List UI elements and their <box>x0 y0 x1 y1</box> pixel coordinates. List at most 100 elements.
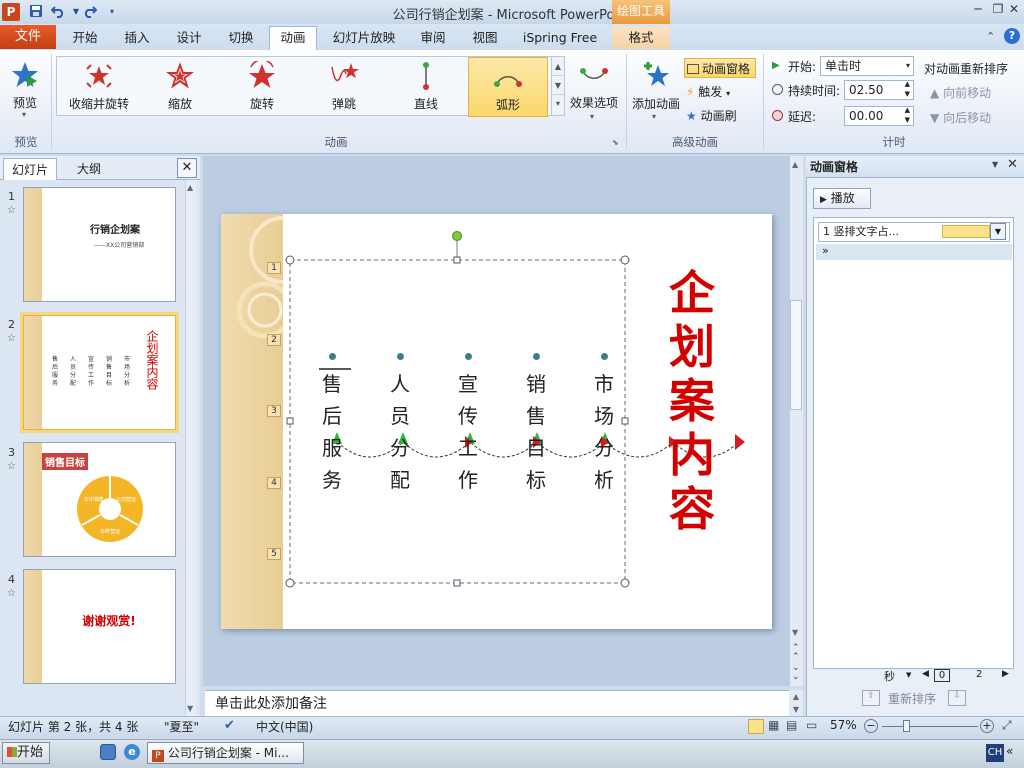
tab-insert[interactable]: 插入 <box>114 27 160 49</box>
delay-spinner-icon[interactable]: ▲ ▼ <box>905 105 910 125</box>
pane-menu-icon[interactable]: ▼ <box>992 160 998 169</box>
animation-order-badge[interactable]: 4 <box>267 477 281 489</box>
start-dropdown[interactable]: 单击时 ▾ <box>820 56 914 76</box>
anim-arcs-selected[interactable]: 弧形 <box>468 57 548 117</box>
animation-pane-button[interactable]: 动画窗格 <box>684 58 756 78</box>
gallery-more-icon[interactable]: ▾ <box>552 95 564 113</box>
duration-input[interactable]: 02.50 ▲ ▼ <box>844 80 914 100</box>
notes-scrollbar[interactable]: ▲ ▼ <box>789 690 803 716</box>
start-button[interactable]: 开始 <box>2 742 50 764</box>
tab-view[interactable]: 视图 <box>462 27 508 49</box>
animation-dialog-launcher-icon[interactable]: ⬊ <box>612 138 619 147</box>
show-desktop-icon[interactable] <box>100 744 116 760</box>
scroll-up-icon[interactable]: ▲ <box>187 183 193 192</box>
zoom-in-icon[interactable]: + <box>980 719 994 733</box>
tab-design[interactable]: 设计 <box>166 27 212 49</box>
trigger-button[interactable]: ⚡ 触发 ▾ <box>686 82 756 102</box>
preview-button[interactable]: 预览 <box>4 56 46 116</box>
spell-check-icon[interactable]: ✔ <box>224 718 235 733</box>
anim-shrink-turn[interactable]: 收缩并旋转 <box>62 57 136 117</box>
scroll-down-icon[interactable]: ▼ <box>187 704 193 713</box>
animation-item-dropdown-icon[interactable]: ▼ <box>990 223 1006 240</box>
trigger-dropdown-icon[interactable]: ▾ <box>726 89 730 98</box>
tray-expand-icon[interactable]: « <box>1006 744 1013 758</box>
timeline-right-icon[interactable]: ▶ <box>1002 669 1009 679</box>
slide-thumbnail-2[interactable]: 售后服务 人员分配 宣传工作 销售目标 市场分析 企划案内容 <box>20 312 179 433</box>
close-panel-icon[interactable]: ✕ <box>177 158 197 178</box>
fit-to-window-icon[interactable]: ⤢ <box>1002 718 1012 733</box>
play-button[interactable]: ▶ 播放 <box>813 188 871 209</box>
editor-scroll-thumb[interactable] <box>790 300 802 410</box>
slide-thumbnail-1[interactable]: 行销企划案 ——XX公司营销部 <box>23 187 176 302</box>
language-status[interactable]: 中文(中国) <box>256 718 313 735</box>
editor-scroll-down-icon[interactable]: ▼ <box>792 628 798 637</box>
animation-order-badge[interactable]: 3 <box>267 405 281 417</box>
current-slide[interactable]: 售后服务1人员分配2宣传工作3销售目标4市场分析5 企划案内容 <box>221 214 772 629</box>
slideshow-view-icon[interactable]: ▭ <box>806 718 817 732</box>
expand-contents-icon[interactable]: » <box>816 244 1012 260</box>
effect-options-button[interactable]: 效果选项 <box>568 57 620 117</box>
editor-scrollbar[interactable] <box>789 156 803 686</box>
tab-file[interactable]: 文件 <box>0 25 56 49</box>
slide-title[interactable]: 企划案内容 <box>661 266 723 536</box>
minimize-icon[interactable]: ─ <box>968 2 988 18</box>
tab-home[interactable]: 开始 <box>62 27 108 49</box>
slide-sorter-icon[interactable]: ▦ <box>768 718 779 732</box>
slide-thumbnail-4[interactable]: 谢谢观赏! <box>23 569 176 684</box>
minimize-ribbon-icon[interactable]: ⌃ <box>986 30 995 43</box>
thumb-decoration <box>24 443 42 556</box>
duration-spinner-icon[interactable]: ▲ ▼ <box>905 79 910 99</box>
zoom-out-icon[interactable]: − <box>864 719 878 733</box>
tab-review[interactable]: 审阅 <box>410 27 456 49</box>
help-icon[interactable]: ? <box>1004 28 1020 44</box>
prev-slide-icon[interactable]: ⌃ ⌃ <box>792 644 800 662</box>
effect-options-dropdown-icon[interactable]: ▾ <box>590 112 594 121</box>
animation-timing-bar[interactable] <box>942 225 990 238</box>
taskbar-powerpoint-window[interactable]: P 公司行销企划案 - Mi... <box>147 742 304 764</box>
notes-pane[interactable]: 单击此处添加备注 <box>205 690 789 716</box>
pane-close-icon[interactable]: ✕ <box>1007 157 1018 172</box>
add-animation-dropdown-icon[interactable]: ▾ <box>652 112 656 121</box>
anim-lines[interactable]: 直线 <box>392 57 460 117</box>
timeline-left-icon[interactable]: ◀ <box>922 669 929 679</box>
normal-view-icon[interactable] <box>748 719 764 734</box>
tab-slides[interactable]: 幻灯片 <box>3 158 57 180</box>
add-animation-button[interactable]: 添加动画 <box>630 57 682 117</box>
tab-slideshow[interactable]: 幻灯片放映 <box>326 27 402 49</box>
tab-transitions[interactable]: 切换 <box>218 27 264 49</box>
animation-order-badge[interactable]: 5 <box>267 548 281 560</box>
tab-ispring[interactable]: iSpring Free <box>516 27 604 49</box>
gallery-down-icon[interactable]: ▼ <box>552 76 564 95</box>
preview-dropdown-icon[interactable]: ▾ <box>22 110 26 119</box>
tab-format[interactable]: 格式 <box>612 27 670 49</box>
reorder-down-icon[interactable]: ⇩ <box>948 690 966 706</box>
gallery-up-icon[interactable]: ▲ <box>552 57 564 76</box>
anim-swivel[interactable]: 旋转 <box>228 57 296 117</box>
close-window-icon[interactable]: ✕ <box>1004 2 1024 18</box>
seconds-dropdown-icon[interactable]: ▼ <box>906 671 911 679</box>
next-slide-icon[interactable]: ⌄ ⌄ <box>792 664 800 682</box>
anim-bounce[interactable]: 弹跳 <box>310 57 378 117</box>
animation-painter-button[interactable]: ★ 动画刷 <box>686 106 756 126</box>
zoom-level[interactable]: 57% <box>830 718 857 732</box>
zoom-slider-track[interactable] <box>882 726 978 727</box>
start-dropdown-icon[interactable]: ▾ <box>906 57 910 75</box>
move-earlier-button[interactable]: ▲ 向前移动 <box>930 83 991 103</box>
anim-zoom[interactable]: 缩放 <box>146 57 214 117</box>
animation-order-badge[interactable]: 1 <box>267 262 281 274</box>
delay-input[interactable]: 00.00 ▲ ▼ <box>844 106 914 126</box>
ime-indicator[interactable]: CH <box>986 744 1004 762</box>
editor-scroll-up-icon[interactable]: ▲ <box>792 160 798 169</box>
reading-view-icon[interactable]: ▤ <box>786 718 797 732</box>
tab-outline[interactable]: 大纲 <box>62 158 116 180</box>
slides-panel-scrollbar[interactable] <box>185 180 197 716</box>
slide-thumbnail-3[interactable]: 销售目标 年中销售 公司营运 年终营运 <box>23 442 176 557</box>
anim-label: 弹跳 <box>331 97 356 111</box>
gallery-scrollbar[interactable]: ▲ ▼ ▾ <box>551 56 565 116</box>
zoom-slider-thumb[interactable] <box>903 720 910 732</box>
internet-explorer-icon[interactable]: e <box>124 744 140 760</box>
tab-animations[interactable]: 动画 <box>269 26 317 50</box>
move-later-button[interactable]: ▼ 向后移动 <box>930 108 991 128</box>
animation-order-badge[interactable]: 2 <box>267 334 281 346</box>
reorder-up-icon[interactable]: ⇧ <box>862 690 880 706</box>
